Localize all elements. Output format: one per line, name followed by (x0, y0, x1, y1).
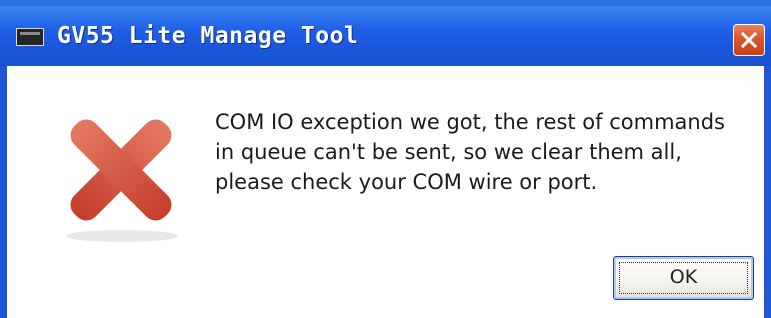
console-window-icon (16, 28, 44, 46)
error-message: COM IO exception we got, the rest of com… (215, 107, 755, 197)
dialog-window: GV55 Lite Manage Tool COM IO exception w… (0, 0, 771, 318)
window-title: GV55 Lite Manage Tool (57, 23, 359, 49)
ok-button[interactable]: OK (613, 256, 754, 300)
window-frame-left (0, 66, 7, 318)
close-button[interactable] (733, 24, 765, 56)
close-icon (740, 31, 758, 49)
title-bar[interactable]: GV55 Lite Manage Tool (0, 0, 771, 66)
message-line: COM IO exception we got, the rest of com… (215, 110, 725, 134)
message-line: in queue can't be sent, so we clear them… (215, 140, 682, 164)
error-x-icon (66, 119, 178, 242)
window-frame-right (764, 66, 771, 318)
focus-rectangle (619, 262, 748, 294)
message-line: please check your COM wire or port. (215, 170, 598, 194)
